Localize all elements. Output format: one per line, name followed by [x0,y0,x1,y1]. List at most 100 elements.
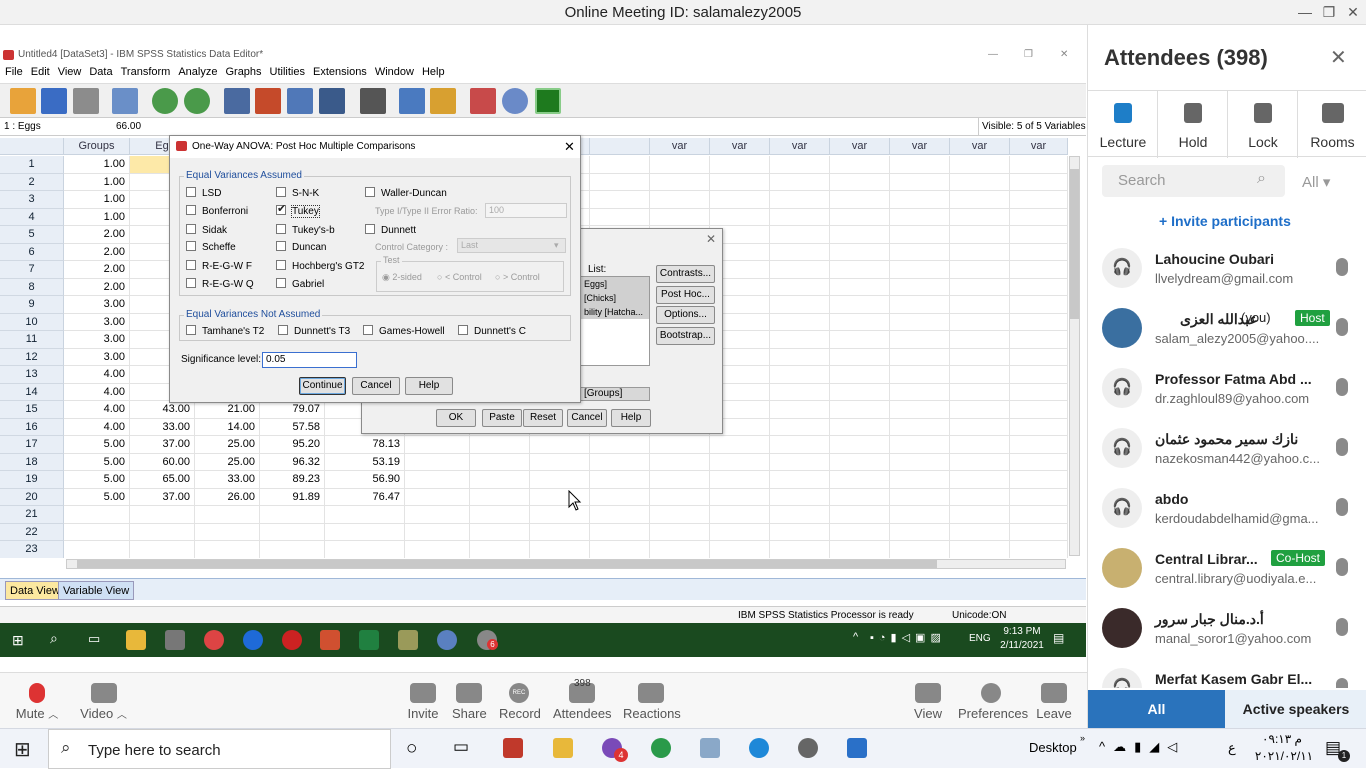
data-cell[interactable] [770,436,830,454]
data-cell[interactable] [770,348,830,366]
store-icon[interactable] [503,738,523,758]
data-cell[interactable] [890,366,950,384]
microphone-muted-icon[interactable] [1336,378,1348,396]
microphone-muted-icon[interactable] [1336,318,1348,336]
attendee-row[interactable]: عبدالله العزى salam_alezy2005@yahoo.... (y… [1088,298,1366,358]
spss-close-icon[interactable]: ✕ [1060,46,1068,64]
menu-file[interactable]: File [5,64,23,81]
row-number[interactable]: 2 [0,173,64,191]
column-header[interactable]: var [830,138,890,155]
data-cell[interactable] [890,278,950,296]
menu-view[interactable]: View [58,64,82,81]
data-cell[interactable] [950,453,1010,471]
data-cell[interactable] [830,226,890,244]
ok-button[interactable]: OK [436,409,476,427]
data-cell[interactable] [1010,261,1068,279]
data-cell[interactable] [770,296,830,314]
data-cell[interactable] [950,243,1010,261]
meeting-app-icon[interactable] [798,738,818,758]
dialog-recall-icon[interactable] [112,88,138,114]
data-cell[interactable] [830,331,890,349]
data-cell[interactable] [1010,243,1068,261]
view-button[interactable]: View [912,683,944,721]
data-cell[interactable] [590,488,650,506]
opera-icon[interactable] [282,630,302,650]
data-cell[interactable] [830,401,890,419]
row-number[interactable]: 19 [0,471,64,489]
microphone-muted-icon[interactable] [1336,678,1348,688]
bootstrap-button[interactable]: Bootstrap... [656,327,715,345]
data-cell[interactable] [195,541,260,558]
data-cell[interactable] [890,296,950,314]
leave-button[interactable]: Leave [1036,683,1072,721]
excel-icon[interactable] [359,630,379,650]
data-cell[interactable] [830,418,890,436]
data-cell[interactable] [950,383,1010,401]
photos-icon[interactable] [847,738,867,758]
data-cell[interactable] [470,436,530,454]
data-cell[interactable] [650,208,710,226]
data-cell[interactable] [830,541,890,558]
data-cell[interactable] [405,471,470,489]
share-button[interactable]: Share [452,683,487,721]
column-header[interactable] [590,138,650,155]
search-icon[interactable]: ⌕ [50,630,58,647]
data-cell[interactable]: 5.00 [64,471,130,489]
data-cell[interactable] [325,523,405,541]
data-cell[interactable] [830,243,890,261]
menu-graphs[interactable]: Graphs [225,64,261,81]
data-cell[interactable] [830,453,890,471]
dunnett-checkbox[interactable]: Dunnett [365,224,416,237]
data-cell[interactable]: 4.00 [64,383,130,401]
vertical-scrollbar[interactable] [1069,156,1080,556]
data-cell[interactable] [530,541,590,558]
data-cell[interactable] [650,471,710,489]
row-number[interactable]: 23 [0,541,64,558]
continue-button[interactable]: Continue [299,377,346,395]
data-cell[interactable] [470,523,530,541]
data-cell[interactable]: 5.00 [64,488,130,506]
close-icon[interactable]: ✕ [1340,0,1366,25]
data-cell[interactable]: 2.00 [64,243,130,261]
data-cell[interactable] [405,436,470,454]
microphone-muted-icon[interactable] [1336,258,1348,276]
data-cell[interactable] [950,541,1010,558]
data-cell[interactable] [770,541,830,558]
data-cell[interactable] [890,523,950,541]
data-cell[interactable]: 37.00 [130,488,195,506]
data-cell[interactable] [950,523,1010,541]
waller-duncan-checkbox[interactable]: Waller-Duncan [365,187,447,200]
data-cell[interactable] [770,453,830,471]
row-number[interactable]: 13 [0,366,64,384]
taskbar-search-input[interactable]: ⌕ Type here to search [48,729,391,769]
clock-date[interactable]: 2/11/2021 [996,640,1048,651]
data-cell[interactable] [830,383,890,401]
chrome-icon[interactable] [651,738,671,758]
data-cell[interactable] [770,243,830,261]
windows-start-icon[interactable]: ⊞ [14,737,31,762]
significance-input[interactable]: 0.05 [262,352,357,368]
data-cell[interactable] [1010,401,1068,419]
notes-icon[interactable] [398,630,418,650]
data-cell[interactable] [890,156,950,174]
lock-button[interactable]: Lock [1228,91,1298,158]
notification-icon[interactable]: ▤ [1053,631,1064,645]
menu-transform[interactable]: Transform [121,64,171,81]
data-cell[interactable]: 5.00 [64,436,130,454]
list-item[interactable]: Eggs] [584,277,649,291]
data-cell[interactable]: 79.07 [260,401,325,419]
data-cell[interactable]: 2.00 [64,261,130,279]
row-number[interactable]: 3 [0,191,64,209]
data-cell[interactable] [710,471,770,489]
data-cell[interactable] [890,348,950,366]
data-cell[interactable] [590,506,650,524]
post-hoc-button[interactable]: Post Hoc... [656,286,715,304]
attendee-row[interactable]: 🎧 Merfat Kasem Gabr El... [1088,658,1366,688]
sidak-checkbox[interactable]: Sidak [186,224,227,237]
dunnett-t3-checkbox[interactable]: Dunnett's T3 [278,325,350,338]
cancel-button[interactable]: Cancel [352,377,400,395]
microphone-muted-icon[interactable] [1336,498,1348,516]
duncan-checkbox[interactable]: Duncan [276,241,326,254]
data-cell[interactable] [325,541,405,558]
oneway-help-button[interactable]: Help [611,409,651,427]
